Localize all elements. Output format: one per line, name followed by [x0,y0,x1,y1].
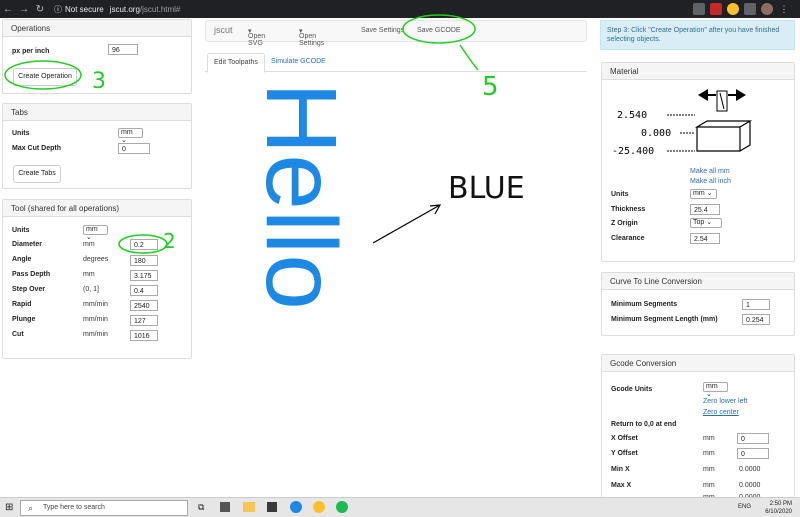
clearance-label: Clearance [611,235,645,242]
min-x-unit: mm [703,466,715,473]
file-explorer-icon[interactable] [243,502,255,512]
taskbar-search-input[interactable]: ⌕ Type here to search [20,500,188,516]
max-x-label: Max X [611,482,632,489]
gcode-units-select[interactable]: mm ⌄ [703,382,728,398]
annotation-5: 5 [482,72,499,102]
min-segment-length-input[interactable]: 0.254 [742,314,770,325]
app-icon[interactable] [267,502,277,512]
annotation-circle [402,14,476,44]
annotation-circle [118,234,168,254]
thickness-label: Thickness [611,206,646,213]
store-icon[interactable] [220,502,230,512]
spotify-icon[interactable] [336,501,348,513]
z-origin-select[interactable]: Top ⌄ [690,218,722,228]
annotation-stroke [459,44,479,71]
gcode-title: Gcode Conversion [602,355,794,372]
tool-bit-line [719,92,725,110]
annotation-circle [4,60,82,90]
annotation-3: 3 [92,69,106,94]
material-box [694,120,753,152]
min-segments-label: Minimum Segments [611,301,678,308]
bottom-value: -25.400 [612,146,654,157]
step-info-alert: Step 3: Click "Create Operation" after y… [600,20,795,50]
return-home-label[interactable]: Return to 0,0 at end [611,421,676,428]
task-view-icon[interactable]: ⧉ [198,502,204,513]
windows-start-icon[interactable]: ⊞ [5,502,13,513]
max-x-unit: mm [703,482,715,489]
z-origin-label: Z Origin [611,220,638,227]
x-offset-label: X Offset [611,435,638,442]
top-value: 2.540 [617,110,647,121]
chrome-icon[interactable] [313,501,325,513]
zero-value: 0.000 [641,128,671,139]
annotation-blue: BLUE [448,171,525,206]
y-offset-unit: mm [703,450,715,457]
min-segments-input[interactable]: 1 [742,299,770,310]
clearance-input[interactable]: 2.54 [690,233,720,244]
material-panel: Material 2.540 0.000 -25.400 Make all mm… [601,62,795,262]
material-title: Material [602,63,794,80]
min-x-value: 0.0000 [739,466,761,473]
material-diagram: 2.540 0.000 -25.400 [612,89,753,157]
material-units-select[interactable]: mm ⌄ [690,189,717,199]
gcode-units-value: mm [706,383,718,390]
make-all-mm-link[interactable]: Make all mm [690,168,730,175]
min-segment-length-label: Minimum Segment Length (mm) [611,316,718,323]
annotation-2: 2 [163,229,176,253]
thickness-input[interactable]: 25.4 [690,204,720,215]
gcode-units-label: Gcode Units [611,386,653,393]
zero-center-link[interactable]: Zero center [703,409,739,416]
max-x-value: 0.0000 [739,482,761,489]
clock-date: 6/10/2020 [765,509,792,515]
arrow-line [372,204,441,244]
language-indicator[interactable]: ENG [738,504,751,510]
x-offset-unit: mm [703,435,715,442]
make-all-inch-link[interactable]: Make all inch [690,178,731,185]
taskbar: ⊞ ⌕ Type here to search ⧉ ENG 2:50 PM 6/… [0,497,800,517]
y-offset-label: Y Offset [611,450,638,457]
min-x-label: Min X [611,466,630,473]
material-units-value: mm [693,190,705,197]
z-origin-value: Top [693,219,705,226]
edge-icon[interactable] [290,501,302,513]
gcode-panel: Gcode Conversion Gcode Units mm ⌄ Zero l… [601,354,795,501]
search-placeholder: Type here to search [43,504,105,511]
y-offset-input[interactable]: 0 [737,448,769,459]
curve-title: Curve To Line Conversion [602,273,794,290]
material-units-label: Units [611,191,629,198]
zero-lower-left-link[interactable]: Zero lower left [703,398,747,405]
clock[interactable]: 2:50 PM 6/10/2020 [765,500,792,516]
search-icon: ⌕ [28,503,34,513]
clock-time: 2:50 PM [769,501,792,507]
x-offset-input[interactable]: 0 [737,433,769,444]
curve-panel: Curve To Line Conversion Minimum Segment… [601,272,795,336]
